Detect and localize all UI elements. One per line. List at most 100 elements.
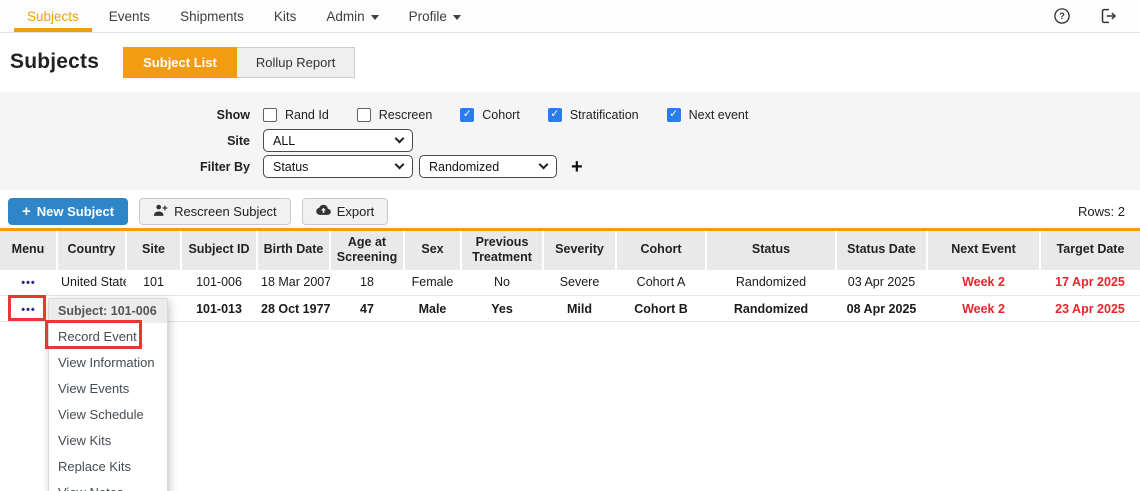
rescreen-subject-label: Rescreen Subject — [174, 204, 277, 219]
cell-target-date: 23 Apr 2025 — [1040, 296, 1140, 322]
checkbox-label: Cohort — [482, 108, 520, 122]
plus-icon — [22, 203, 31, 220]
new-subject-label: New Subject — [37, 204, 114, 219]
col-header-menu: Menu — [0, 230, 57, 270]
cell-prev-treatment: No — [461, 270, 543, 296]
nav-tab-subjects[interactable]: Subjects — [12, 0, 94, 32]
checkbox-next-event[interactable]: Next event — [667, 108, 749, 122]
col-header-status-date: Status Date — [836, 230, 927, 270]
rescreen-subject-button[interactable]: Rescreen Subject — [139, 198, 291, 225]
menu-item-view-events[interactable]: View Events — [49, 375, 167, 401]
chevron-down-icon — [395, 160, 405, 170]
svg-text:?: ? — [1059, 11, 1065, 21]
person-add-icon — [153, 203, 168, 220]
filter-by-row: Filter By Status Randomized — [0, 155, 1140, 178]
checkbox-checked-icon — [548, 108, 562, 122]
site-filter-row: Site ALL — [0, 129, 1140, 152]
filter-field-value: Status — [273, 160, 308, 174]
checkbox-rescreen[interactable]: Rescreen — [357, 108, 433, 122]
export-label: Export — [337, 204, 375, 219]
show-checkbox-group: Rand Id Rescreen Cohort Stratification N… — [263, 108, 748, 122]
nav-tab-label: Kits — [274, 9, 297, 24]
nav-tab-label: Shipments — [180, 9, 244, 24]
checkbox-stratification[interactable]: Stratification — [548, 108, 639, 122]
site-select[interactable]: ALL — [263, 129, 413, 152]
cell-subject-id: 101-013 — [181, 296, 257, 322]
checkbox-checked-icon — [667, 108, 681, 122]
cell-birth-date: 18 Mar 2007 — [257, 270, 330, 296]
cell-sex: Female — [404, 270, 461, 296]
menu-item-view-kits[interactable]: View Kits — [49, 427, 167, 453]
table-row: United States 101 101-006 18 Mar 2007 18… — [0, 270, 1140, 296]
caret-down-icon — [371, 15, 379, 20]
cell-sex: Male — [404, 296, 461, 322]
filter-by-label: Filter By — [0, 160, 250, 174]
col-header-cohort: Cohort — [616, 230, 706, 270]
nav-tab-label: Profile — [409, 9, 447, 24]
checkbox-label: Rescreen — [379, 108, 433, 122]
nav-tab-admin[interactable]: Admin — [311, 0, 393, 32]
cell-next-event: Week 2 — [927, 296, 1040, 322]
logout-icon[interactable] — [1099, 7, 1118, 25]
col-header-prev-treatment: Previous Treatment — [461, 230, 543, 270]
cell-age: 47 — [330, 296, 404, 322]
export-button[interactable]: Export — [302, 198, 389, 225]
checkbox-label: Stratification — [570, 108, 639, 122]
cell-target-date: 17 Apr 2025 — [1040, 270, 1140, 296]
col-header-country: Country — [57, 230, 126, 270]
checkbox-cohort[interactable]: Cohort — [460, 108, 520, 122]
filter-field-select[interactable]: Status — [263, 155, 413, 178]
col-header-age: Age at Screening — [330, 230, 404, 270]
menu-item-replace-kits[interactable]: Replace Kits — [49, 453, 167, 479]
col-header-target-date: Target Date — [1040, 230, 1140, 270]
cell-country: United States — [57, 270, 126, 296]
new-subject-button[interactable]: New Subject — [8, 198, 128, 225]
nav-tab-label: Events — [109, 9, 150, 24]
subject-list-button[interactable]: Subject List — [123, 47, 237, 78]
cell-next-event: Week 2 — [927, 270, 1040, 296]
chevron-down-icon — [539, 160, 549, 170]
checkbox-checked-icon — [460, 108, 474, 122]
nav-tab-events[interactable]: Events — [94, 0, 165, 32]
subjects-table-wrap: Menu Country Site Subject ID Birth Date … — [0, 228, 1140, 322]
menu-item-view-notes[interactable]: View Notes — [49, 479, 167, 491]
table-header-row: Menu Country Site Subject ID Birth Date … — [0, 230, 1140, 270]
menu-item-view-information[interactable]: View Information — [49, 349, 167, 375]
cell-status-date: 08 Apr 2025 — [836, 296, 927, 322]
cell-severity: Mild — [543, 296, 616, 322]
page-title: Subjects — [10, 50, 99, 74]
caret-down-icon — [453, 15, 461, 20]
subjects-table: Menu Country Site Subject ID Birth Date … — [0, 228, 1140, 322]
menu-item-view-schedule[interactable]: View Schedule — [49, 401, 167, 427]
rollup-report-button[interactable]: Rollup Report — [237, 47, 356, 78]
site-select-value: ALL — [273, 134, 295, 148]
row-menu-icon[interactable] — [21, 277, 36, 289]
cloud-export-icon — [316, 204, 331, 219]
checkbox-unchecked-icon — [357, 108, 371, 122]
checkbox-rand-id[interactable]: Rand Id — [263, 108, 329, 122]
cell-cohort: Cohort B — [616, 296, 706, 322]
filter-value-select[interactable]: Randomized — [419, 155, 557, 178]
title-row: Subjects Subject List Rollup Report — [10, 46, 1140, 78]
table-row: 101-013 28 Oct 1977 47 Male Yes Mild Coh… — [0, 296, 1140, 322]
col-header-sex: Sex — [404, 230, 461, 270]
row-menu-icon[interactable] — [21, 304, 36, 316]
filter-value-value: Randomized — [429, 160, 499, 174]
nav-tab-kits[interactable]: Kits — [259, 0, 312, 32]
cell-status-date: 03 Apr 2025 — [836, 270, 927, 296]
col-header-severity: Severity — [543, 230, 616, 270]
show-label: Show — [0, 108, 250, 122]
menu-item-record-event[interactable]: Record Event — [49, 323, 167, 349]
nav-tabs: Subjects Events Shipments Kits Admin Pro… — [12, 0, 476, 32]
nav-tab-shipments[interactable]: Shipments — [165, 0, 259, 32]
cell-status: Randomized — [706, 270, 836, 296]
help-icon[interactable]: ? — [1053, 7, 1071, 25]
toolbar: New Subject Rescreen Subject Export Rows… — [8, 197, 1125, 225]
add-filter-button[interactable] — [571, 157, 583, 177]
col-header-next-event: Next Event — [927, 230, 1040, 270]
cell-subject-id: 101-006 — [181, 270, 257, 296]
site-label: Site — [0, 134, 250, 148]
cell-site: 101 — [126, 270, 181, 296]
nav-tab-profile[interactable]: Profile — [394, 0, 476, 32]
nav-icon-group: ? — [1053, 0, 1118, 32]
